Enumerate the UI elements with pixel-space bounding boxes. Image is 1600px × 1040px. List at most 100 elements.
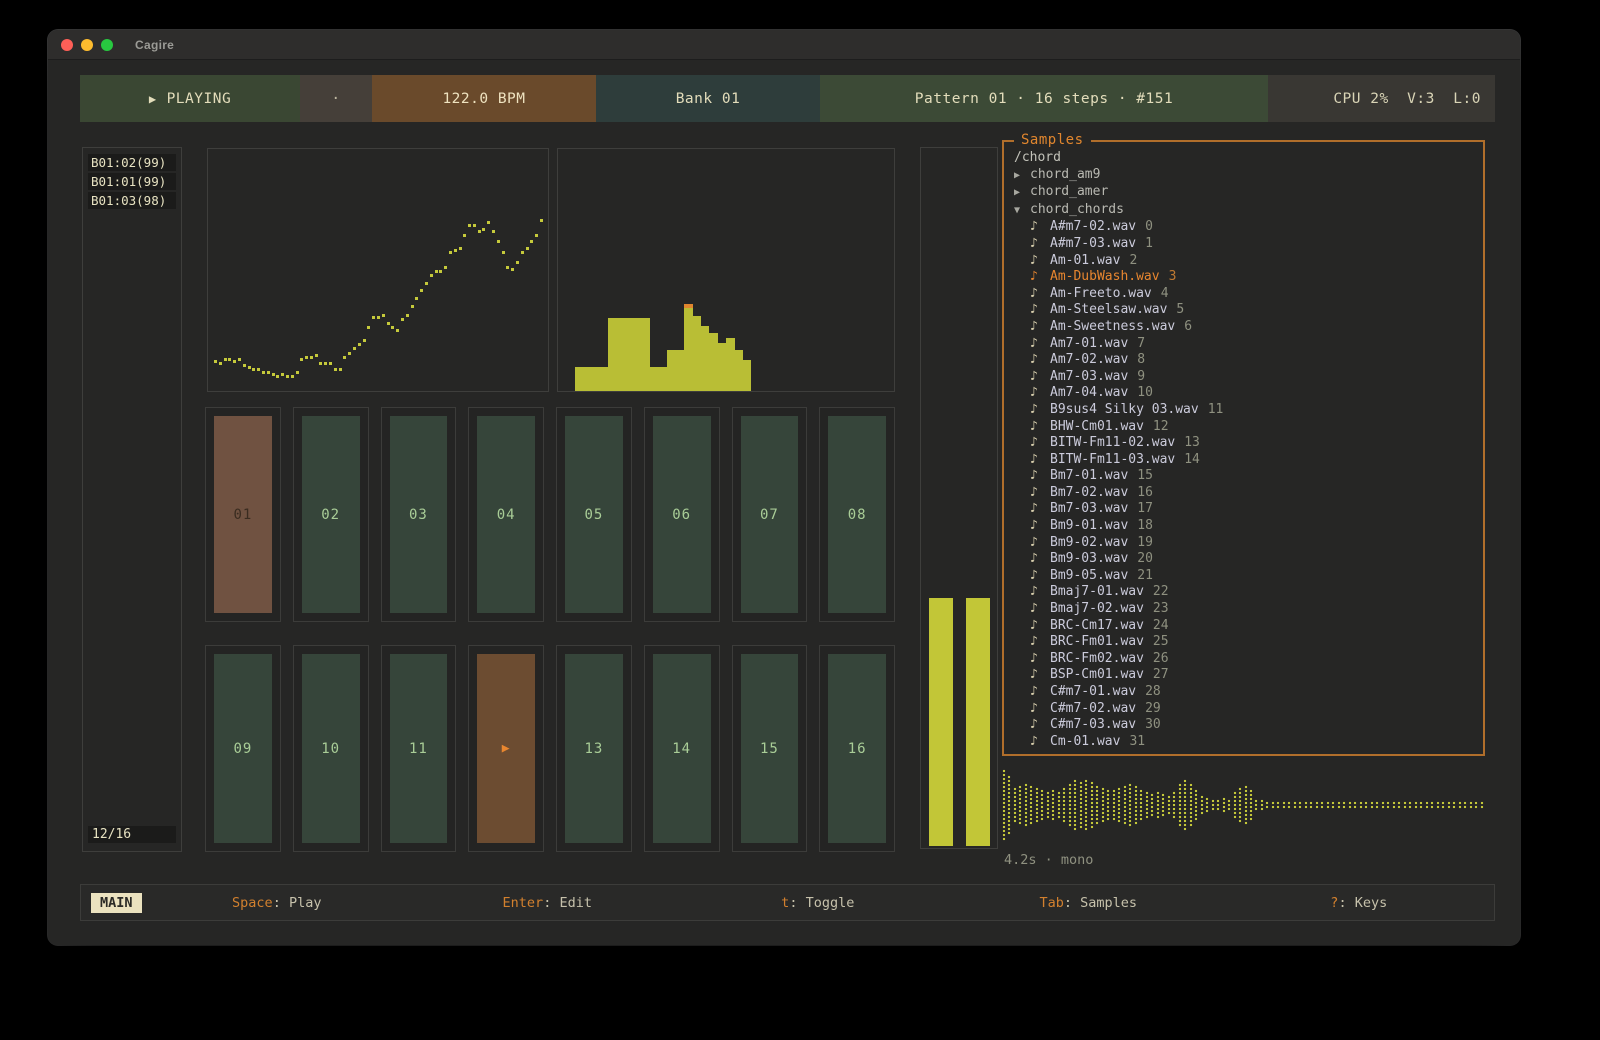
sample-row[interactable]: ♪Am7-04.wav10 (1014, 385, 1473, 402)
sample-row[interactable]: ♪Bm9-02.wav19 (1014, 535, 1473, 552)
histogram-bar (743, 360, 751, 391)
pad-10[interactable]: 10 (293, 645, 369, 852)
sample-row[interactable]: ♪BSP-Cm01.wav27 (1014, 667, 1473, 684)
pad-08[interactable]: 08 (819, 407, 895, 622)
sample-row[interactable]: ♪A#m7-03.wav1 (1014, 236, 1473, 253)
sample-row[interactable]: ♪BITW-Fm11-02.wav13 (1014, 435, 1473, 452)
sample-row[interactable]: ♪B9sus4 Silky 03.wav11 (1014, 402, 1473, 419)
sample-row[interactable]: ♪Am-Steelsaw.wav5 (1014, 302, 1473, 319)
sample-row[interactable]: ♪Bm9-05.wav21 (1014, 568, 1473, 585)
sample-row[interactable]: ♪Am-01.wav2 (1014, 253, 1473, 270)
pad-12[interactable]: ▶ (468, 645, 544, 852)
histogram-bar (684, 304, 692, 391)
scatter-point (286, 375, 289, 378)
pad-11[interactable]: 11 (381, 645, 457, 852)
pad-06[interactable]: 06 (644, 407, 720, 622)
sample-name: C#m7-01.wav (1050, 684, 1136, 701)
sample-row[interactable]: ♪Bm9-01.wav18 (1014, 518, 1473, 535)
pad-15[interactable]: 15 (732, 645, 808, 852)
sample-name: BHW-Cm01.wav (1050, 419, 1144, 436)
pad-02[interactable]: 02 (293, 407, 369, 622)
sample-index: 28 (1145, 684, 1161, 701)
waveform-column (1276, 801, 1280, 809)
sample-row[interactable]: ♪A#m7-02.wav0 (1014, 219, 1473, 236)
pad-07[interactable]: 07 (732, 407, 808, 622)
zoom-window-button[interactable] (101, 39, 113, 51)
sample-row[interactable]: ♪BITW-Fm11-03.wav14 (1014, 452, 1473, 469)
sample-row[interactable]: ♪C#m7-03.wav30 (1014, 717, 1473, 734)
sample-row[interactable]: ♪Am7-01.wav7 (1014, 336, 1473, 353)
sample-row[interactable]: ♪BRC-Fm01.wav25 (1014, 634, 1473, 651)
pad-04[interactable]: 04 (468, 407, 544, 622)
title-bar: Cagire (48, 30, 1520, 60)
waveform-column (1397, 801, 1401, 809)
sample-row[interactable]: ♪Am-DubWash.wav3 (1014, 269, 1473, 286)
sample-row[interactable]: ♪Am7-03.wav9 (1014, 369, 1473, 386)
sample-row[interactable]: ♪Bmaj7-02.wav23 (1014, 601, 1473, 618)
sample-row[interactable]: ♪Cm-01.wav31 (1014, 734, 1473, 751)
waveform-column (1447, 801, 1451, 809)
samples-list[interactable]: /chord ▶chord_am9▶chord_amer▼chord_chord… (1004, 142, 1483, 754)
sample-name: BRC-Fm01.wav (1050, 634, 1144, 651)
pad-01[interactable]: 01 (205, 407, 281, 622)
folder-expanded-icon: ▼ (1014, 203, 1030, 220)
sample-index: 13 (1184, 435, 1200, 452)
pad-03[interactable]: 03 (381, 407, 457, 622)
histogram-bar (659, 367, 667, 391)
sample-row[interactable]: ♪C#m7-01.wav28 (1014, 684, 1473, 701)
pad-13[interactable]: 13 (556, 645, 632, 852)
waveform-column (1430, 801, 1434, 809)
folder-row-chord_am9[interactable]: ▶chord_am9 (1014, 167, 1473, 185)
pad-04-face: 04 (477, 416, 535, 613)
waveform-column (1320, 801, 1324, 809)
sample-row[interactable]: ♪BHW-Cm01.wav12 (1014, 419, 1473, 436)
folder-row-chord_amer[interactable]: ▶chord_amer (1014, 184, 1473, 202)
trigger-entry: B01:02(99) (88, 154, 176, 171)
sample-name: Bm9-02.wav (1050, 535, 1128, 552)
sample-row[interactable]: ♪Am7-02.wav8 (1014, 352, 1473, 369)
hint-key: Enter (503, 895, 544, 911)
histogram-bar (718, 343, 726, 391)
sample-row[interactable]: ♪Am-Freeto.wav4 (1014, 286, 1473, 303)
sample-name: Am-Sweetness.wav (1050, 319, 1175, 336)
close-window-button[interactable] (61, 39, 73, 51)
window-controls (61, 39, 121, 51)
sample-index: 21 (1137, 568, 1153, 585)
bank-value: Bank 01 (676, 91, 741, 107)
waveform-column (1062, 787, 1066, 823)
scatter-point (353, 347, 356, 350)
scatter-point (454, 249, 457, 252)
sample-row[interactable]: ♪BRC-Fm02.wav26 (1014, 651, 1473, 668)
scatter-point (530, 240, 533, 243)
scatter-point (482, 228, 485, 231)
sample-row[interactable]: ♪Bm7-02.wav16 (1014, 485, 1473, 502)
sample-row[interactable]: ♪Bm7-03.wav17 (1014, 501, 1473, 518)
sample-row[interactable]: ♪Am-Sweetness.wav6 (1014, 319, 1473, 336)
sample-row[interactable]: ♪Bm7-01.wav15 (1014, 468, 1473, 485)
sample-index: 10 (1137, 385, 1153, 402)
histogram-bar (625, 318, 633, 391)
pad-14[interactable]: 14 (644, 645, 720, 852)
folder-row-chord_chords[interactable]: ▼chord_chords (1014, 202, 1473, 220)
note-icon: ♪ (1030, 385, 1044, 402)
sample-row[interactable]: ♪C#m7-02.wav29 (1014, 701, 1473, 718)
waveform-column (1035, 787, 1039, 823)
pad-05[interactable]: 05 (556, 407, 632, 622)
scatter-point (473, 224, 476, 227)
waveform-column (1326, 801, 1330, 809)
pad-12-face: ▶ (477, 654, 535, 843)
minimize-window-button[interactable] (81, 39, 93, 51)
waveform-column (1139, 789, 1143, 821)
hint-key: t (781, 895, 789, 911)
sample-index: 24 (1153, 618, 1169, 635)
scatter-point (348, 352, 351, 355)
sample-row[interactable]: ♪Bm9-03.wav20 (1014, 551, 1473, 568)
waveform-column (1150, 793, 1154, 817)
sample-row[interactable]: ♪BRC-Cm17.wav24 (1014, 618, 1473, 635)
scatter-point (272, 373, 275, 376)
note-icon: ♪ (1030, 485, 1044, 502)
sample-name: Bm9-01.wav (1050, 518, 1128, 535)
pad-16[interactable]: 16 (819, 645, 895, 852)
sample-row[interactable]: ♪Bmaj7-01.wav22 (1014, 584, 1473, 601)
pad-09[interactable]: 09 (205, 645, 281, 852)
